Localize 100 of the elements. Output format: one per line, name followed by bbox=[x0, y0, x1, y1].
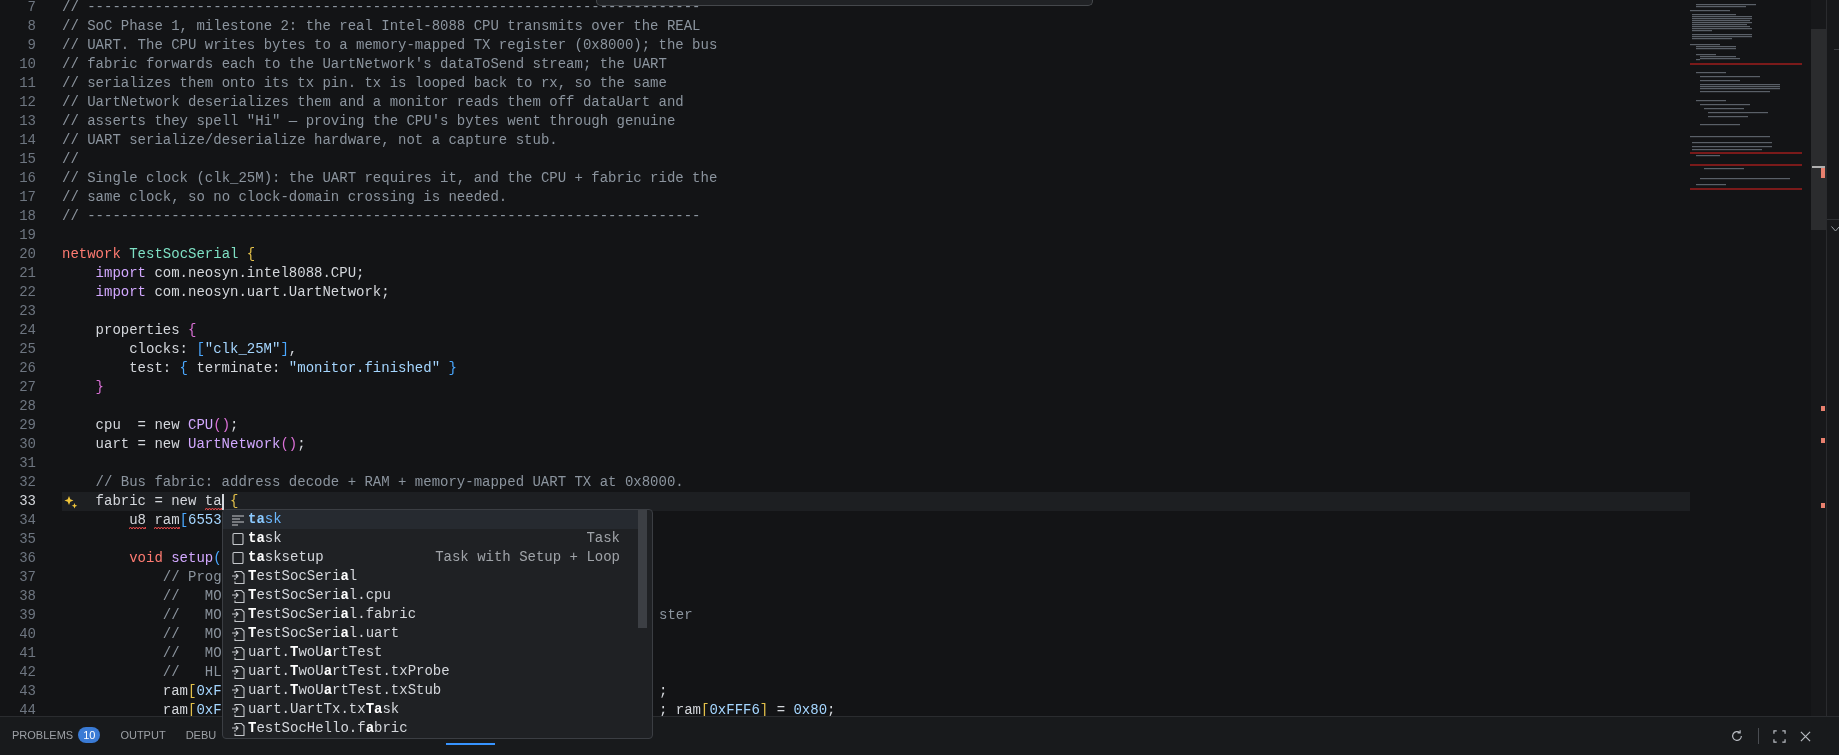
code-line: // UartNetwork deserializes them and a monitor reads them off dataUart and bbox=[62, 93, 684, 112]
line-number: 15 bbox=[18, 150, 37, 169]
line-number: 43 bbox=[18, 682, 37, 701]
suggestion-item[interactable]: uart.TwoUartTest.txProbe bbox=[223, 662, 638, 681]
line-number: 28 bbox=[18, 397, 37, 416]
suggestion-item[interactable]: TestSocSerial.cpu bbox=[223, 586, 638, 605]
suggestion-item[interactable]: uart.UartTx.txTask bbox=[223, 700, 638, 719]
suggestion-item[interactable]: TestSocSerial.fabric bbox=[223, 605, 638, 624]
square-icon bbox=[231, 531, 245, 546]
document-icon bbox=[231, 645, 245, 660]
chevron-down-icon[interactable] bbox=[1831, 226, 1839, 232]
code-line: // ------------------------------------------------------------------------- bbox=[62, 0, 701, 17]
code-line: network TestSocSerial { bbox=[62, 245, 256, 264]
line-number: 22 bbox=[18, 283, 37, 302]
suggestion-item[interactable]: uart.TwoUartTest.txStub bbox=[223, 681, 638, 700]
document-icon bbox=[231, 664, 245, 679]
code-line: u8 ram[6553 bbox=[129, 511, 222, 530]
suggestion-item[interactable]: TestSocHello.fabric bbox=[223, 719, 638, 738]
line-number: 39 bbox=[18, 606, 37, 625]
code-line: cpu = new CPU(); bbox=[95, 416, 239, 435]
line-number: 7 bbox=[26, 0, 37, 17]
line-number: 18 bbox=[18, 207, 37, 226]
square-icon bbox=[231, 550, 245, 565]
suggestion-item[interactable]: tasksetup Task with Setup + Loop bbox=[223, 548, 638, 567]
code-line: // HL bbox=[162, 663, 222, 682]
suggestion-item[interactable]: uart.TwoUartTest bbox=[223, 643, 638, 662]
suggestion-item[interactable]: TestSocSerial bbox=[223, 567, 638, 586]
panel-tab[interactable]: OUTPUT bbox=[120, 717, 166, 755]
document-icon bbox=[231, 569, 245, 584]
line-number: 20 bbox=[18, 245, 37, 264]
code-line: ram[0xF bbox=[162, 682, 222, 701]
code-line: // same clock, so no clock-domain crossing is needed. bbox=[62, 188, 508, 207]
line-number: 16 bbox=[18, 169, 37, 188]
line-number: 23 bbox=[18, 302, 37, 321]
line-number: 8 bbox=[26, 17, 37, 36]
code-text: ; ram[0xFFF6] = 0x80; bbox=[659, 701, 836, 716]
line-number: 27 bbox=[18, 378, 37, 397]
code-line: // MO bbox=[162, 625, 222, 644]
line-number: 44 bbox=[18, 701, 37, 716]
code-line: // serializes them onto its tx pin. tx is looped back to rx, so the same bbox=[62, 74, 667, 93]
document-icon bbox=[231, 588, 245, 603]
code-text: ster bbox=[659, 606, 693, 625]
active-tab-indicator bbox=[446, 743, 495, 745]
code-line: // MO bbox=[162, 644, 222, 663]
lines-icon bbox=[231, 512, 245, 527]
line-number: 38 bbox=[18, 587, 37, 606]
code-line: clocks: ["clk_25M"], bbox=[129, 340, 298, 359]
document-icon bbox=[231, 721, 245, 736]
panel-tab[interactable]: DEBU bbox=[185, 717, 217, 755]
line-number: 41 bbox=[18, 644, 37, 663]
code-line: // UART serialize/deserialize hardware, not a capture stub. bbox=[62, 131, 558, 150]
code-line: // Single clock (clk_25M): the UART requires it, and the CPU + fabric ride the bbox=[62, 169, 718, 188]
line-number: 25 bbox=[18, 340, 37, 359]
code-line: uart = new UartNetwork(); bbox=[95, 435, 306, 454]
code-line: // asserts they spell "Hi" — proving the CPU's bytes went through genuine bbox=[62, 112, 676, 131]
code-line: void setup( bbox=[129, 549, 222, 568]
code-line: // ------------------------------------------------------------------------- bbox=[62, 207, 701, 226]
line-number: 12 bbox=[18, 93, 37, 112]
scrollbar-thumb[interactable] bbox=[1811, 29, 1826, 230]
document-icon bbox=[231, 702, 245, 717]
code-line: // Prog bbox=[162, 568, 222, 587]
line-number: 30 bbox=[18, 435, 37, 454]
line-number: 14 bbox=[18, 131, 37, 150]
code-line: test: { terminate: "monitor.finished" } bbox=[129, 359, 457, 378]
code-line: } bbox=[95, 378, 104, 397]
line-number: 35 bbox=[18, 530, 37, 549]
overview-mark bbox=[1821, 406, 1825, 411]
line-number: 32 bbox=[18, 473, 37, 492]
line-number: 29 bbox=[18, 416, 37, 435]
overview-mark bbox=[1821, 503, 1825, 508]
line-number: 26 bbox=[18, 359, 37, 378]
line-number: 11 bbox=[18, 74, 37, 93]
suggestion-item[interactable]: task bbox=[223, 510, 638, 529]
suggestion-item[interactable]: TestSocSerial.uart bbox=[223, 624, 638, 643]
code-line: properties { bbox=[95, 321, 197, 340]
close-icon[interactable] bbox=[1800, 730, 1811, 742]
line-number: 9 bbox=[26, 36, 37, 55]
code-line: ram[0xF bbox=[162, 701, 222, 716]
panel-tab[interactable]: PROBLEMS 10 bbox=[12, 717, 101, 755]
refresh-icon[interactable] bbox=[1730, 729, 1744, 743]
line-number: 17 bbox=[18, 188, 37, 207]
line-number: 42 bbox=[18, 663, 37, 682]
document-icon bbox=[231, 607, 245, 622]
line-number: 13 bbox=[18, 112, 37, 131]
code-line: // MO bbox=[162, 606, 222, 625]
line-number: 31 bbox=[18, 454, 37, 473]
line-number: 37 bbox=[18, 568, 37, 587]
code-line: // Bus fabric: address decode + RAM + memory-mapped UART TX at 0x8000. bbox=[95, 473, 684, 492]
scrollbar-thumb[interactable] bbox=[638, 510, 647, 628]
sparkle-icon[interactable] bbox=[64, 495, 78, 509]
line-number: 21 bbox=[18, 264, 37, 283]
code-line: import com.neosyn.uart.UartNetwork; bbox=[95, 283, 390, 302]
line-number: 34 bbox=[18, 511, 37, 530]
maximize-icon[interactable] bbox=[1773, 729, 1786, 743]
document-icon bbox=[231, 626, 245, 641]
document-icon bbox=[231, 683, 245, 698]
code-line: import com.neosyn.intel8088.CPU; bbox=[95, 264, 365, 283]
line-number: 10 bbox=[18, 55, 37, 74]
code-line: fabric = new ta { bbox=[95, 492, 239, 511]
suggestion-item[interactable]: task Task bbox=[223, 529, 638, 548]
